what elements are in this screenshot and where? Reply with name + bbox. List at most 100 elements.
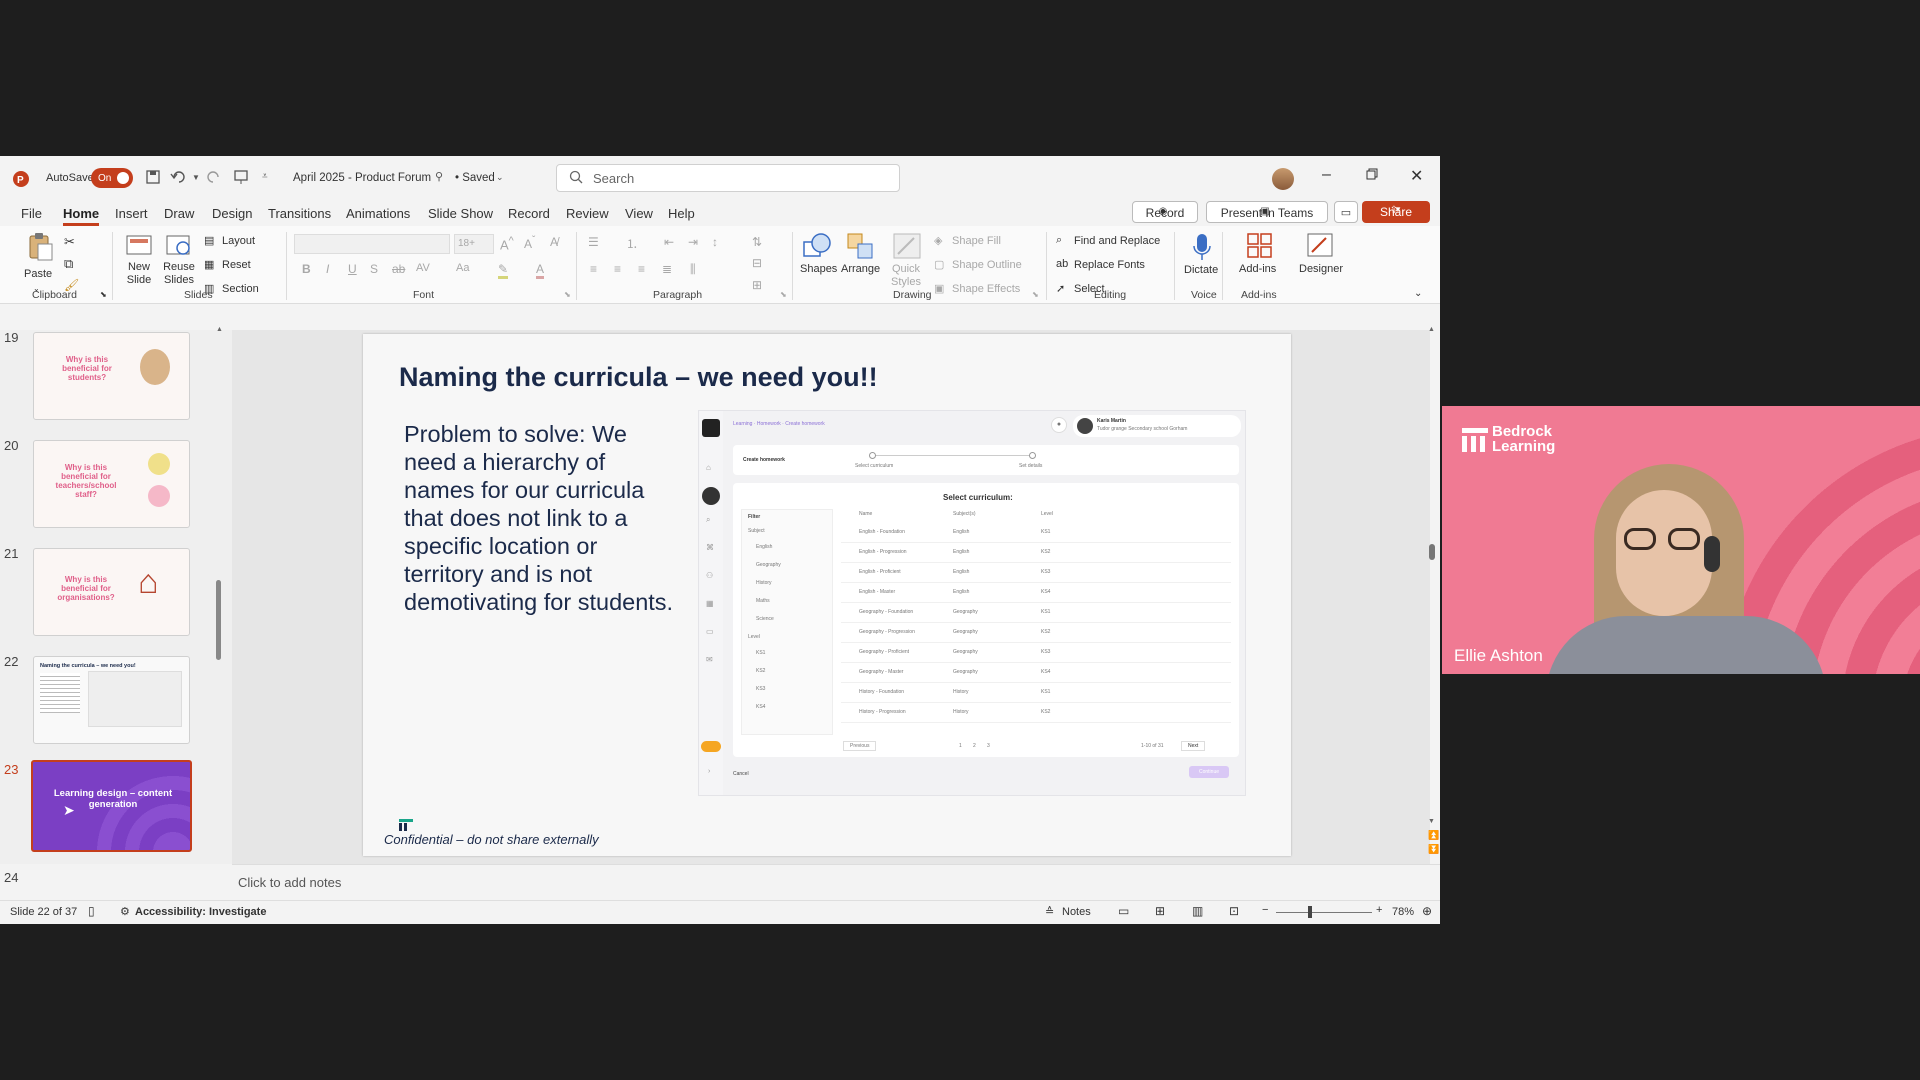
font-name-box[interactable] [294,234,450,254]
dialog-launcher-icon[interactable]: ⬊ [780,290,787,299]
comments-icon[interactable]: ▭ [1334,201,1358,223]
new-slide-icon[interactable] [125,232,153,261]
microphone-icon[interactable] [1192,232,1212,265]
increase-font-icon[interactable]: A^ [500,235,514,252]
undo-icon[interactable] [170,169,188,185]
designer-label[interactable]: Designer [1299,263,1343,276]
slide-thumbnail-19[interactable]: Why is this beneficial for students? [33,332,190,420]
paste-label[interactable]: Paste [24,268,52,281]
close-icon[interactable]: ✕ [1410,166,1423,186]
align-center-icon[interactable]: ≡ [614,262,621,276]
slide-thumbnail-23-selected[interactable]: Learning design – content generation ➤ [31,760,192,852]
clear-formatting-icon[interactable]: A̸ [550,235,558,249]
reset-icon[interactable]: ▦ [204,258,214,271]
next-slide-icon[interactable]: ⏬ [1428,844,1439,855]
shape-effects-label[interactable]: Shape Effects [952,283,1020,296]
shapes-label[interactable]: Shapes [800,263,837,276]
numbering-icon[interactable]: ⒈ [626,235,638,252]
decrease-indent-icon[interactable]: ⇤ [664,235,674,249]
menu-file[interactable]: File [21,206,42,221]
slide-canvas[interactable]: Naming the curricula – we need you!! Pro… [363,334,1291,856]
shadow-icon[interactable]: S [370,262,378,276]
designer-icon[interactable] [1306,232,1334,263]
redo-icon[interactable] [206,169,222,185]
restore-icon[interactable] [1366,168,1378,180]
change-case-icon[interactable]: Aa [456,262,469,274]
zoom-slider-handle[interactable] [1308,906,1312,918]
columns-icon[interactable]: ⫼ [690,262,696,277]
shapes-icon[interactable] [802,232,832,263]
slide-title[interactable]: Naming the curricula – we need you!! [399,362,878,393]
share-button[interactable]: ⇪ Share ▼ [1362,201,1430,223]
present-from-beginning-icon[interactable] [233,169,249,185]
zoom-level[interactable]: 78% [1392,906,1414,918]
notes-icon[interactable]: ≙ [1045,905,1054,918]
collapse-ribbon-icon[interactable]: ⌄ [1414,288,1422,299]
scroll-up-icon[interactable]: ▲ [216,326,223,333]
chevron-down-icon[interactable]: ⌄ [496,172,504,183]
bold-icon[interactable]: B [302,262,311,276]
menu-insert[interactable]: Insert [115,206,148,221]
font-color-icon[interactable]: A [536,262,545,279]
find-replace-label[interactable]: Find and Replace [1074,235,1160,248]
user-avatar[interactable] [1272,168,1294,190]
normal-view-icon[interactable]: ▭ [1118,904,1129,918]
replace-fonts-icon[interactable]: ab [1056,258,1068,270]
paste-icon[interactable] [26,232,54,265]
justify-icon[interactable]: ≣ [662,262,672,276]
align-right-icon[interactable]: ≡ [638,262,645,276]
shape-fill-icon[interactable]: ◈ [934,234,942,247]
dialog-launcher-icon[interactable]: ⬊ [564,290,571,299]
cut-icon[interactable]: ✂ [64,234,75,250]
quick-styles-label[interactable]: Quick Styles [886,263,926,289]
italic-icon[interactable]: I [326,262,329,276]
smartart-icon[interactable]: ⊞ [752,278,762,292]
document-title[interactable]: April 2025 - Product Forum [293,172,431,184]
layout-icon[interactable]: ▤ [204,234,214,247]
previous-slide-icon[interactable]: ⏫ [1428,830,1439,841]
zoom-in-icon[interactable]: + [1376,904,1382,916]
bullets-icon[interactable]: ☰ [588,235,599,249]
notes-pane[interactable]: Click to add notes [232,864,1440,900]
menu-help[interactable]: Help [668,206,695,221]
zoom-slider[interactable] [1276,912,1372,913]
reuse-slides-label[interactable]: Reuse Slides [162,261,196,287]
arrange-icon[interactable] [846,232,876,263]
scroll-down-icon[interactable]: ▼ [1428,818,1435,825]
decrease-font-icon[interactable]: Aˇ [524,235,535,251]
slide-thumbnail-22[interactable]: Naming the curricula – we need you! [33,656,190,744]
section-label[interactable]: Section [222,283,259,296]
character-spacing-icon[interactable]: AV [416,262,430,274]
slide-body-text[interactable]: Problem to solve: We need a hierarchy of… [404,420,674,616]
shape-effects-icon[interactable]: ▣ [934,282,944,295]
dialog-launcher-icon[interactable]: ⬊ [1032,290,1039,299]
select-cursor-icon[interactable]: ➚ [1056,282,1065,295]
menu-slide-show[interactable]: Slide Show [428,206,493,221]
underline-icon[interactable]: U [348,262,357,276]
reading-view-icon[interactable]: ▥ [1192,904,1203,918]
replace-fonts-label[interactable]: Replace Fonts [1074,259,1145,272]
addins-icon[interactable] [1246,232,1274,263]
search-box[interactable]: Search [556,164,900,192]
thumbnail-scrollbar[interactable]: ▲ [214,326,224,864]
scrollbar-thumb[interactable] [216,580,221,660]
highlight-color-icon[interactable]: ✎ [498,262,509,279]
copy-icon[interactable]: ⧉ [64,256,73,272]
save-status[interactable]: • Saved [455,172,495,184]
menu-draw[interactable]: Draw [164,206,194,221]
menu-design[interactable]: Design [212,206,252,221]
slide-sorter-icon[interactable]: ⊞ [1155,904,1165,918]
align-left-icon[interactable]: ≡ [590,262,597,276]
increase-indent-icon[interactable]: ⇥ [688,235,698,249]
spelling-icon[interactable]: ▯ [88,904,95,918]
line-spacing-icon[interactable]: ↕ [712,235,718,249]
menu-view[interactable]: View [625,206,653,221]
addins-label[interactable]: Add-ins [1239,263,1276,276]
font-size-box[interactable]: 18+ [454,234,494,254]
menu-animations[interactable]: Animations [346,206,410,221]
shape-outline-icon[interactable]: ▢ [934,258,944,271]
reset-label[interactable]: Reset [222,259,251,272]
shape-fill-label[interactable]: Shape Fill [952,235,1001,248]
arrange-label[interactable]: Arrange [841,263,880,276]
present-in-teams-button[interactable]: ▣ Present in Teams [1206,201,1328,223]
